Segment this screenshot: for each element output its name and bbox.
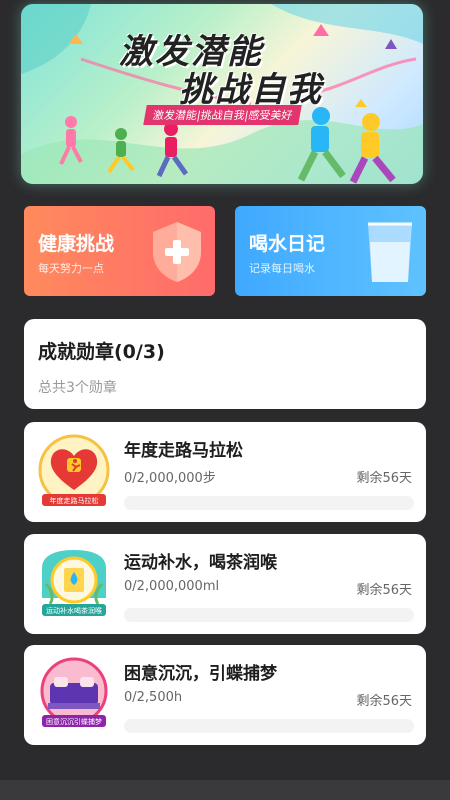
health-challenge-tile[interactable]: 健康挑战 每天努力一点 <box>24 206 215 296</box>
achievement-progress: 0/2,000,000ml <box>124 579 220 594</box>
achievement-progress-bar <box>124 496 414 510</box>
achievement-progress: 0/2,000,000步 <box>124 471 216 486</box>
health-challenge-title: 健康挑战 <box>38 233 115 255</box>
achievement-card-walking-marathon[interactable]: 年度走路马拉松 年度走路马拉松 0/2,000,000步 剩余56天 <box>24 422 426 522</box>
health-challenge-subtitle: 每天努力一点 <box>38 262 104 275</box>
water-diary-subtitle: 记录每日喝水 <box>249 262 315 275</box>
achievement-badges-title: 成就勋章(0/3) <box>38 341 165 363</box>
achievement-progress-bar <box>124 608 414 622</box>
banner-title-line2: 挑战自我 <box>179 70 323 110</box>
achievement-progress: 0/2,500h <box>124 690 183 705</box>
achievement-badges-total: 总共3个勋章 <box>38 380 117 396</box>
water-diary-tile[interactable]: 喝水日记 记录每日喝水 <box>235 206 426 296</box>
achievement-progress-bar <box>124 719 414 733</box>
achievement-name: 困意沉沉，引蝶捕梦 <box>124 664 277 684</box>
achievement-name: 运动补水，喝茶润喉 <box>124 553 277 573</box>
water-diary-title: 喝水日记 <box>249 233 326 255</box>
bed-medal-icon: 困意沉沉引蝶捕梦 <box>40 657 108 727</box>
achievement-name: 年度走路马拉松 <box>124 441 243 461</box>
banner-subtitle: 激发潜能|挑战自我|感受美好 <box>143 105 303 125</box>
achievement-card-hydration[interactable]: 运动补水喝茶润喉 运动补水，喝茶润喉 0/2,000,000ml 剩余56天 <box>24 534 426 634</box>
running-heart-medal-icon: 年度走路马拉松 <box>38 434 110 506</box>
achievement-badges-card[interactable]: 成就勋章(0/3) 总共3个勋章 <box>24 319 426 409</box>
achievement-remaining: 剩余56天 <box>356 471 412 486</box>
achievement-remaining: 剩余56天 <box>356 694 412 709</box>
water-drop-medal-icon: 运动补水喝茶润喉 <box>42 550 106 616</box>
banner[interactable]: 激发潜能 挑战自我 激发潜能|挑战自我|感受美好 <box>21 4 423 184</box>
medal-label-2: 运动补水喝茶润喉 <box>46 606 102 615</box>
achievement-remaining: 剩余56天 <box>356 583 412 598</box>
achievement-card-sleep[interactable]: 困意沉沉引蝶捕梦 困意沉沉，引蝶捕梦 0/2,500h 剩余56天 <box>24 645 426 745</box>
medal-label-1: 年度走路马拉松 <box>50 496 99 505</box>
shield-plus-icon <box>153 222 201 282</box>
medal-label-3: 困意沉沉引蝶捕梦 <box>46 717 102 726</box>
bottom-bar <box>0 780 450 800</box>
water-glass-icon <box>368 222 412 282</box>
